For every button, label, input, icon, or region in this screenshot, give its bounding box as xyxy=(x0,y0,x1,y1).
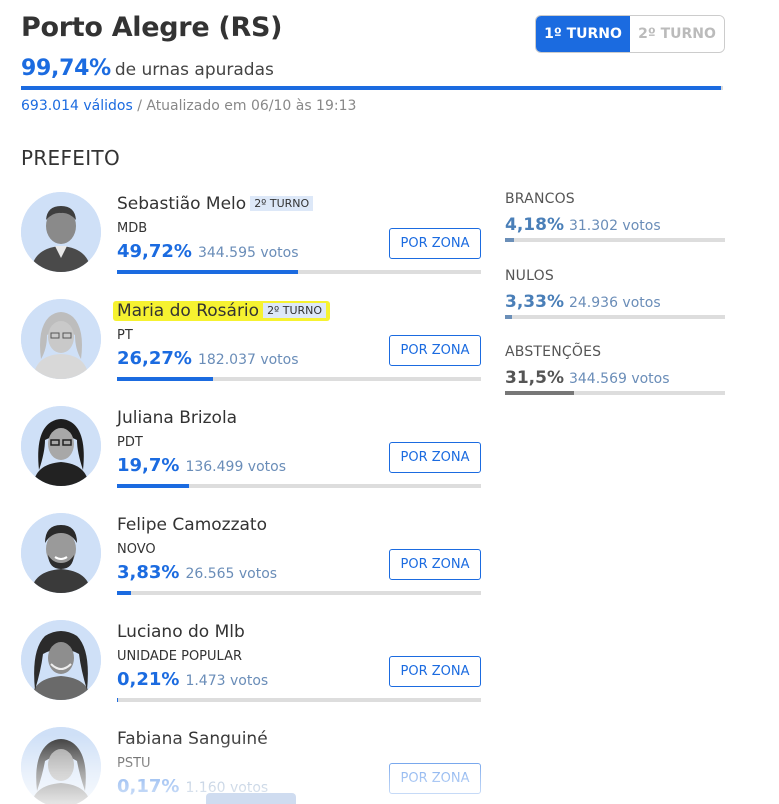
updated-timestamp: Atualizado em 06/10 às 19:13 xyxy=(146,98,357,114)
candidate-percent: 3,83% xyxy=(117,562,180,583)
stat-bar xyxy=(505,315,725,319)
candidate-percent: 49,72% xyxy=(117,241,192,262)
candidate-name: Maria do Rosário xyxy=(117,301,260,321)
info-separator: / xyxy=(137,98,142,114)
candidate-name: Fabiana Sanguiné xyxy=(117,729,268,749)
tab-segundo-turno[interactable]: 2º TURNO xyxy=(630,16,724,52)
stat-label: BRANCOS xyxy=(505,191,575,207)
candidate-vote-bar-fill xyxy=(117,698,118,702)
stat-votes: 344.569 votos xyxy=(568,371,670,387)
stat-percent: 31,5% xyxy=(505,368,564,388)
urnas-apuradas: 99,74% de urnas apuradas xyxy=(21,56,274,81)
candidate-vote-bar xyxy=(117,484,481,488)
urnas-label: de urnas apuradas xyxy=(114,60,274,80)
candidate-vote-bar-fill xyxy=(117,270,298,274)
second-round-badge: 2º TURNO xyxy=(263,303,327,318)
candidate-party: PDT xyxy=(117,435,143,450)
candidate-photo xyxy=(21,299,101,379)
candidate-name-line: Fabiana Sanguiné xyxy=(117,729,268,749)
candidate-vote-bar-fill xyxy=(117,484,189,488)
candidate-party: PT xyxy=(117,328,133,343)
candidate-card: Maria do Rosário 2º TURNO PT 26,27% 182.03… xyxy=(21,299,481,391)
candidate-party: PSTU xyxy=(117,756,151,771)
candidate-votes: 344.595 votos xyxy=(197,245,299,261)
candidate-photo xyxy=(21,727,101,804)
stat-result: 31,5% 344.569 votos xyxy=(505,368,725,388)
candidate-card: Juliana Brizola PDT 19,7% 136.499 votos P… xyxy=(21,406,481,498)
candidate-card: Sebastião Melo 2º TURNO MDB 49,72% 344.595… xyxy=(21,192,481,284)
stat-nulos: NULOS 3,33% 24.936 votos xyxy=(505,268,725,319)
candidate-result: 19,7% 136.499 votos xyxy=(117,455,286,476)
candidate-party: NOVO xyxy=(117,542,156,557)
stat-votes: 24.936 votos xyxy=(568,295,661,311)
candidate-vote-bar xyxy=(117,270,481,274)
candidate-percent: 26,27% xyxy=(117,348,192,369)
stat-bar-fill xyxy=(505,315,513,319)
candidate-name-line: Sebastião Melo 2º TURNO xyxy=(117,194,314,214)
candidate-name-line: Felipe Camozzato xyxy=(117,515,267,535)
show-more-button[interactable] xyxy=(206,793,296,804)
por-zona-button[interactable]: POR ZONA xyxy=(389,656,481,687)
candidate-percent: 19,7% xyxy=(117,455,180,476)
candidate-photo xyxy=(21,406,101,486)
candidate-name-line: Luciano do Mlb xyxy=(117,622,245,642)
candidate-percent: 0,21% xyxy=(117,669,180,690)
stat-abstencoes: ABSTENÇÕES 31,5% 344.569 votos xyxy=(505,344,725,395)
stat-result: 3,33% 24.936 votos xyxy=(505,292,725,312)
stat-bar xyxy=(505,391,725,395)
candidate-name-line: Juliana Brizola xyxy=(117,408,237,428)
stat-label: NULOS xyxy=(505,268,554,284)
candidate-photo xyxy=(21,620,101,700)
por-zona-button[interactable]: POR ZONA xyxy=(389,442,481,473)
page-title: Porto Alegre (RS) xyxy=(21,12,283,43)
candidate-vote-bar xyxy=(117,377,481,381)
section-title: PREFEITO xyxy=(21,146,120,170)
candidate-result: 26,27% 182.037 votos xyxy=(117,348,299,369)
candidate-photo xyxy=(21,192,101,272)
candidate-vote-bar xyxy=(117,698,481,702)
candidate-votes: 136.499 votos xyxy=(185,459,286,475)
tab-primeiro-turno[interactable]: 1º TURNO xyxy=(536,16,630,52)
urnas-progress-bar xyxy=(21,86,723,90)
urnas-percent: 99,74% xyxy=(21,56,111,81)
candidate-card: Luciano do Mlb UNIDADE POPULAR 0,21% 1.47… xyxy=(21,620,481,712)
stat-label: ABSTENÇÕES xyxy=(505,344,602,360)
candidate-percent: 0,17% xyxy=(117,776,180,797)
por-zona-button[interactable]: POR ZONA xyxy=(389,763,481,794)
candidate-name: Juliana Brizola xyxy=(117,408,238,428)
candidate-vote-bar-fill xyxy=(117,591,131,595)
candidate-party: MDB xyxy=(117,221,148,236)
stat-votes: 31.302 votos xyxy=(568,218,661,234)
candidate-name: Luciano do Mlb xyxy=(117,622,245,642)
candidate-name: Sebastião Melo xyxy=(117,194,247,214)
stat-percent: 3,33% xyxy=(505,292,564,312)
por-zona-button[interactable]: POR ZONA xyxy=(389,549,481,580)
por-zona-button[interactable]: POR ZONA xyxy=(389,228,481,259)
candidate-party: UNIDADE POPULAR xyxy=(117,649,242,664)
candidate-votes: 1.473 votos xyxy=(185,673,269,689)
turno-toggle: 1º TURNO 2º TURNO xyxy=(535,15,725,53)
candidate-photo xyxy=(21,513,101,593)
candidate-name-line: Maria do Rosário 2º TURNO xyxy=(113,301,331,321)
candidate-result: 0,21% 1.473 votos xyxy=(117,669,268,690)
por-zona-button[interactable]: POR ZONA xyxy=(389,335,481,366)
candidate-votes: 182.037 votos xyxy=(197,352,299,368)
stat-brancos: BRANCOS 4,18% 31.302 votos xyxy=(505,191,725,242)
candidate-result: 49,72% 344.595 votos xyxy=(117,241,299,262)
candidate-vote-bar xyxy=(117,591,481,595)
second-round-badge: 2º TURNO xyxy=(250,196,314,211)
candidate-name: Felipe Camozzato xyxy=(117,515,267,535)
stat-result: 4,18% 31.302 votos xyxy=(505,215,725,235)
stat-bar-fill xyxy=(505,391,575,395)
candidate-result: 3,83% 26.565 votos xyxy=(117,562,277,583)
stat-bar-fill xyxy=(505,238,515,242)
update-info: 693.014 válidos / Atualizado em 06/10 às… xyxy=(21,98,356,114)
candidate-card: Felipe Camozzato NOVO 3,83% 26.565 votos … xyxy=(21,513,481,605)
validos-count: 693.014 válidos xyxy=(21,98,133,114)
stat-bar xyxy=(505,238,725,242)
stat-percent: 4,18% xyxy=(505,215,564,235)
urnas-progress-fill xyxy=(21,86,722,90)
candidate-vote-bar-fill xyxy=(117,377,213,381)
candidate-votes: 26.565 votos xyxy=(185,566,278,582)
